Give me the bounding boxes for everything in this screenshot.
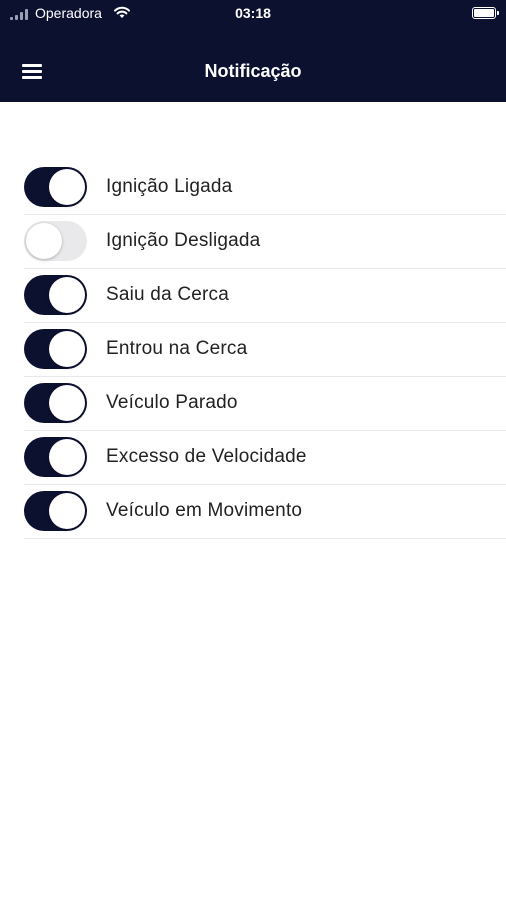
- notification-row: Excesso de Velocidade: [24, 431, 506, 485]
- status-bar: Operadora 03:18: [0, 0, 506, 28]
- notification-row: Veículo em Movimento: [24, 485, 506, 539]
- battery-icon: [472, 7, 499, 19]
- toggle-knob: [49, 385, 85, 421]
- notification-toggle[interactable]: [24, 329, 87, 369]
- page-title: Notificação: [204, 61, 302, 81]
- notification-label: Veículo Parado: [106, 392, 238, 413]
- toggle-knob: [49, 277, 85, 313]
- notification-label: Ignição Ligada: [106, 176, 233, 197]
- notification-row: Veículo Parado: [24, 377, 506, 431]
- toggle-knob: [49, 493, 85, 529]
- toggle-knob: [49, 439, 85, 475]
- notification-label: Veículo em Movimento: [106, 500, 303, 521]
- notification-row: Ignição Desligada: [24, 215, 506, 269]
- notification-list: Ignição Ligada Ignição Desligada Saiu da C…: [24, 161, 506, 539]
- toggle-knob: [49, 169, 85, 205]
- notification-toggle[interactable]: [24, 383, 87, 423]
- notification-toggle[interactable]: [24, 221, 87, 261]
- notification-label: Entrou na Cerca: [106, 338, 248, 359]
- notification-row: Entrou na Cerca: [24, 323, 506, 377]
- app-header: Operadora 03:18 Notificação: [0, 0, 506, 102]
- notification-row: Ignição Ligada: [24, 161, 506, 215]
- toggle-knob: [49, 331, 85, 367]
- notification-toggle[interactable]: [24, 275, 87, 315]
- notification-label: Saiu da Cerca: [106, 284, 230, 305]
- notification-label: Excesso de Velocidade: [106, 446, 307, 467]
- notification-label: Ignição Desligada: [106, 230, 261, 251]
- notification-toggle[interactable]: [24, 167, 87, 207]
- notification-toggle[interactable]: [24, 491, 87, 531]
- status-time: 03:18: [235, 5, 271, 21]
- toggle-knob: [26, 223, 62, 259]
- notification-row: Saiu da Cerca: [24, 269, 506, 323]
- notification-toggle[interactable]: [24, 437, 87, 477]
